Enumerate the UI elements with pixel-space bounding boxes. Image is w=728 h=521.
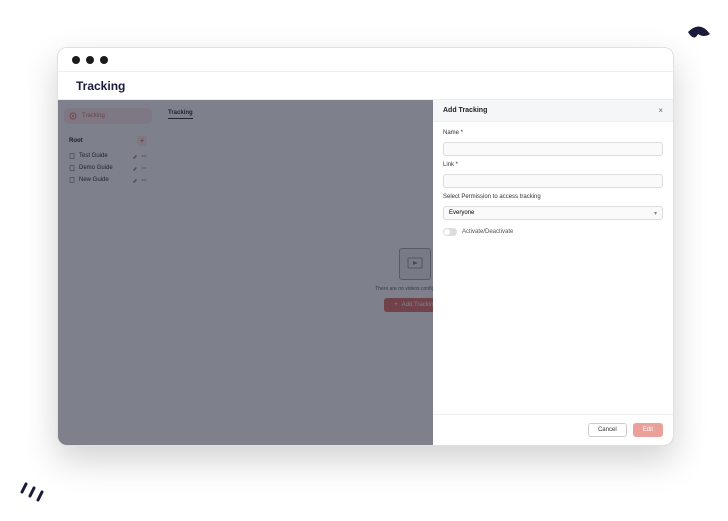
activate-toggle[interactable]: [443, 228, 457, 236]
page-title: Tracking: [76, 79, 125, 93]
chevron-down-icon: ▾: [654, 210, 657, 217]
decoration-top-right: [680, 18, 720, 63]
drawer-title: Add Tracking: [443, 107, 487, 114]
decoration-bottom-left: [16, 468, 52, 509]
drawer-body: Name * Link * Select Permission to acces…: [433, 122, 673, 414]
name-field-label: Name *: [443, 130, 663, 136]
drawer-header: Add Tracking ×: [433, 100, 673, 122]
name-input[interactable]: [443, 142, 663, 156]
permission-select[interactable]: Everyone ▾: [443, 206, 663, 220]
permission-selected-value: Everyone: [449, 210, 474, 216]
submit-button[interactable]: Edit: [633, 423, 663, 437]
window-titlebar: [58, 48, 673, 72]
add-tracking-drawer: Add Tracking × Name * Link * Select Perm…: [433, 100, 673, 445]
link-input[interactable]: [443, 174, 663, 188]
activate-toggle-label: Activate/Deactivate: [462, 229, 513, 235]
link-field-label: Link *: [443, 162, 663, 168]
drawer-footer: Cancel Edit: [433, 414, 673, 445]
permission-field-label: Select Permission to access tracking: [443, 194, 663, 200]
browser-window: Tracking Tracking Root +: [57, 47, 674, 446]
window-dot: [100, 56, 108, 64]
app-header: Tracking: [58, 72, 673, 100]
window-dot: [72, 56, 80, 64]
close-icon[interactable]: ×: [658, 106, 663, 115]
cancel-button[interactable]: Cancel: [588, 423, 627, 437]
window-dot: [86, 56, 94, 64]
